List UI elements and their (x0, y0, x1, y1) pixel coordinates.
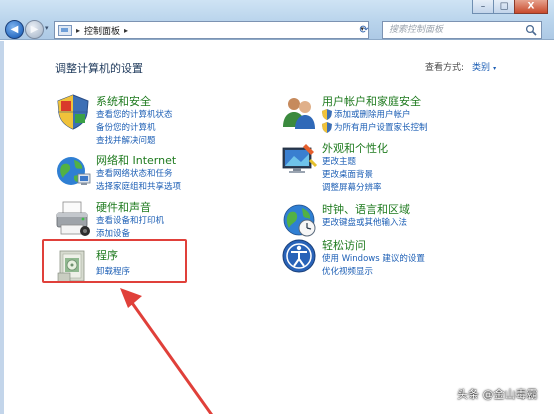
search-input[interactable] (383, 22, 523, 38)
link-add-remove-accounts-label: 添加或删除用户帐户 (334, 110, 411, 120)
category-hardware-sound: 硬件和声音 查看设备和打印机 添加设备 (54, 199, 254, 244)
link-devices-printers[interactable]: 查看设备和打印机 (96, 214, 164, 226)
control-panel-icon (58, 24, 72, 36)
maximize-icon: □ (499, 1, 509, 11)
annotation-highlight-box (42, 239, 187, 283)
shield-flag-icon[interactable] (54, 93, 92, 131)
link-troubleshoot[interactable]: 查找并解决问题 (96, 134, 156, 146)
link-backup-computer[interactable]: 备份您的计算机 (96, 121, 156, 133)
category-title-appearance[interactable]: 外观和个性化 (322, 140, 388, 156)
address-bar[interactable]: ▸ 控制面板 ▸ ▾ (54, 21, 369, 39)
close-button[interactable]: X (514, 0, 548, 14)
link-parental-controls-label: 为所有用户设置家长控制 (334, 123, 428, 133)
category-title-system-security[interactable]: 系统和安全 (96, 93, 151, 109)
close-icon: X (527, 1, 535, 11)
link-change-background[interactable]: 更改桌面背景 (322, 168, 373, 180)
category-ease-of-access: 轻松访问 使用 Windows 建议的设置 优化视频显示 (280, 237, 530, 282)
link-homegroup-sharing[interactable]: 选择家庭组和共享选项 (96, 180, 181, 192)
category-title-clock-region[interactable]: 时钟、语言和区域 (322, 201, 410, 217)
annotation-arrow (120, 288, 213, 414)
link-screen-resolution[interactable]: 调整屏幕分辨率 (322, 181, 382, 193)
minimize-icon: – (480, 1, 486, 11)
category-title-network[interactable]: 网络和 Internet (96, 152, 176, 168)
forward-arrow-icon: ▶ (30, 23, 39, 35)
link-windows-suggested-settings[interactable]: 使用 Windows 建议的设置 (322, 252, 425, 264)
watermark: 头条 @金山毒霸 (457, 388, 538, 401)
content-area: 调整计算机的设置 查看方式: 类别 ▾ 系统和安全 查看您的计算机状态 备份您的计算… (0, 41, 554, 414)
breadcrumb-control-panel[interactable]: 控制面板 (84, 24, 120, 37)
category-title-ease-of-access[interactable]: 轻松访问 (322, 237, 366, 253)
link-parental-controls[interactable]: 为所有用户设置家长控制 (322, 121, 428, 133)
refresh-icon[interactable]: ⟳ (357, 22, 371, 38)
view-by: 查看方式: 类别 ▾ (425, 60, 496, 73)
globe-network-icon[interactable] (54, 152, 92, 190)
display-icon[interactable] (280, 140, 318, 178)
accessibility-icon[interactable] (280, 237, 318, 275)
search-box[interactable] (382, 21, 542, 39)
uac-shield-icon (322, 122, 332, 133)
printer-icon[interactable] (54, 199, 92, 237)
window-controls: – □ X (472, 0, 548, 14)
search-icon[interactable] (525, 24, 537, 36)
view-by-dropdown[interactable]: 类别 (472, 63, 490, 73)
category-clock-region: 时钟、语言和区域 更改键盘或其他输入法 (280, 201, 530, 241)
uac-shield-icon (322, 109, 332, 120)
chevron-down-icon[interactable]: ▾ (493, 65, 496, 72)
category-title-hardware-sound[interactable]: 硬件和声音 (96, 199, 151, 215)
link-view-computer-status[interactable]: 查看您的计算机状态 (96, 108, 173, 120)
view-by-label: 查看方式: (425, 63, 465, 73)
back-button[interactable]: ◀ (5, 20, 24, 39)
link-add-remove-accounts[interactable]: 添加或删除用户帐户 (322, 108, 411, 120)
link-network-status[interactable]: 查看网络状态和任务 (96, 167, 173, 179)
minimize-button[interactable]: – (472, 0, 494, 14)
address-separator[interactable]: ▸ (76, 26, 80, 35)
link-change-input-method[interactable]: 更改键盘或其他输入法 (322, 216, 407, 228)
address-separator-2[interactable]: ▸ (124, 26, 128, 35)
category-title-user-accounts[interactable]: 用户帐户和家庭安全 (322, 93, 421, 109)
category-system-security: 系统和安全 查看您的计算机状态 备份您的计算机 查找并解决问题 (54, 93, 254, 153)
page-title: 调整计算机的设置 (55, 62, 143, 75)
title-bar: – □ X ◀ ▶ ▾ ▸ 控制面板 ▸ ▾ ⟳ (0, 0, 554, 40)
users-icon[interactable] (280, 93, 318, 131)
back-arrow-icon: ◀ (10, 23, 19, 35)
forward-button[interactable]: ▶ (25, 20, 44, 39)
category-user-accounts: 用户帐户和家庭安全 添加或删除用户帐户 为所有用户设置家长控制 (280, 93, 530, 138)
clock-globe-icon[interactable] (280, 201, 318, 239)
category-appearance: 外观和个性化 更改主题 更改桌面背景 调整屏幕分辨率 (280, 140, 530, 200)
recent-pages-dropdown[interactable]: ▾ (45, 24, 49, 32)
maximize-button[interactable]: □ (493, 0, 515, 14)
link-add-device[interactable]: 添加设备 (96, 227, 130, 239)
link-change-theme[interactable]: 更改主题 (322, 155, 356, 167)
link-optimize-display[interactable]: 优化视频显示 (322, 265, 373, 277)
category-network: 网络和 Internet 查看网络状态和任务 选择家庭组和共享选项 (54, 152, 254, 197)
